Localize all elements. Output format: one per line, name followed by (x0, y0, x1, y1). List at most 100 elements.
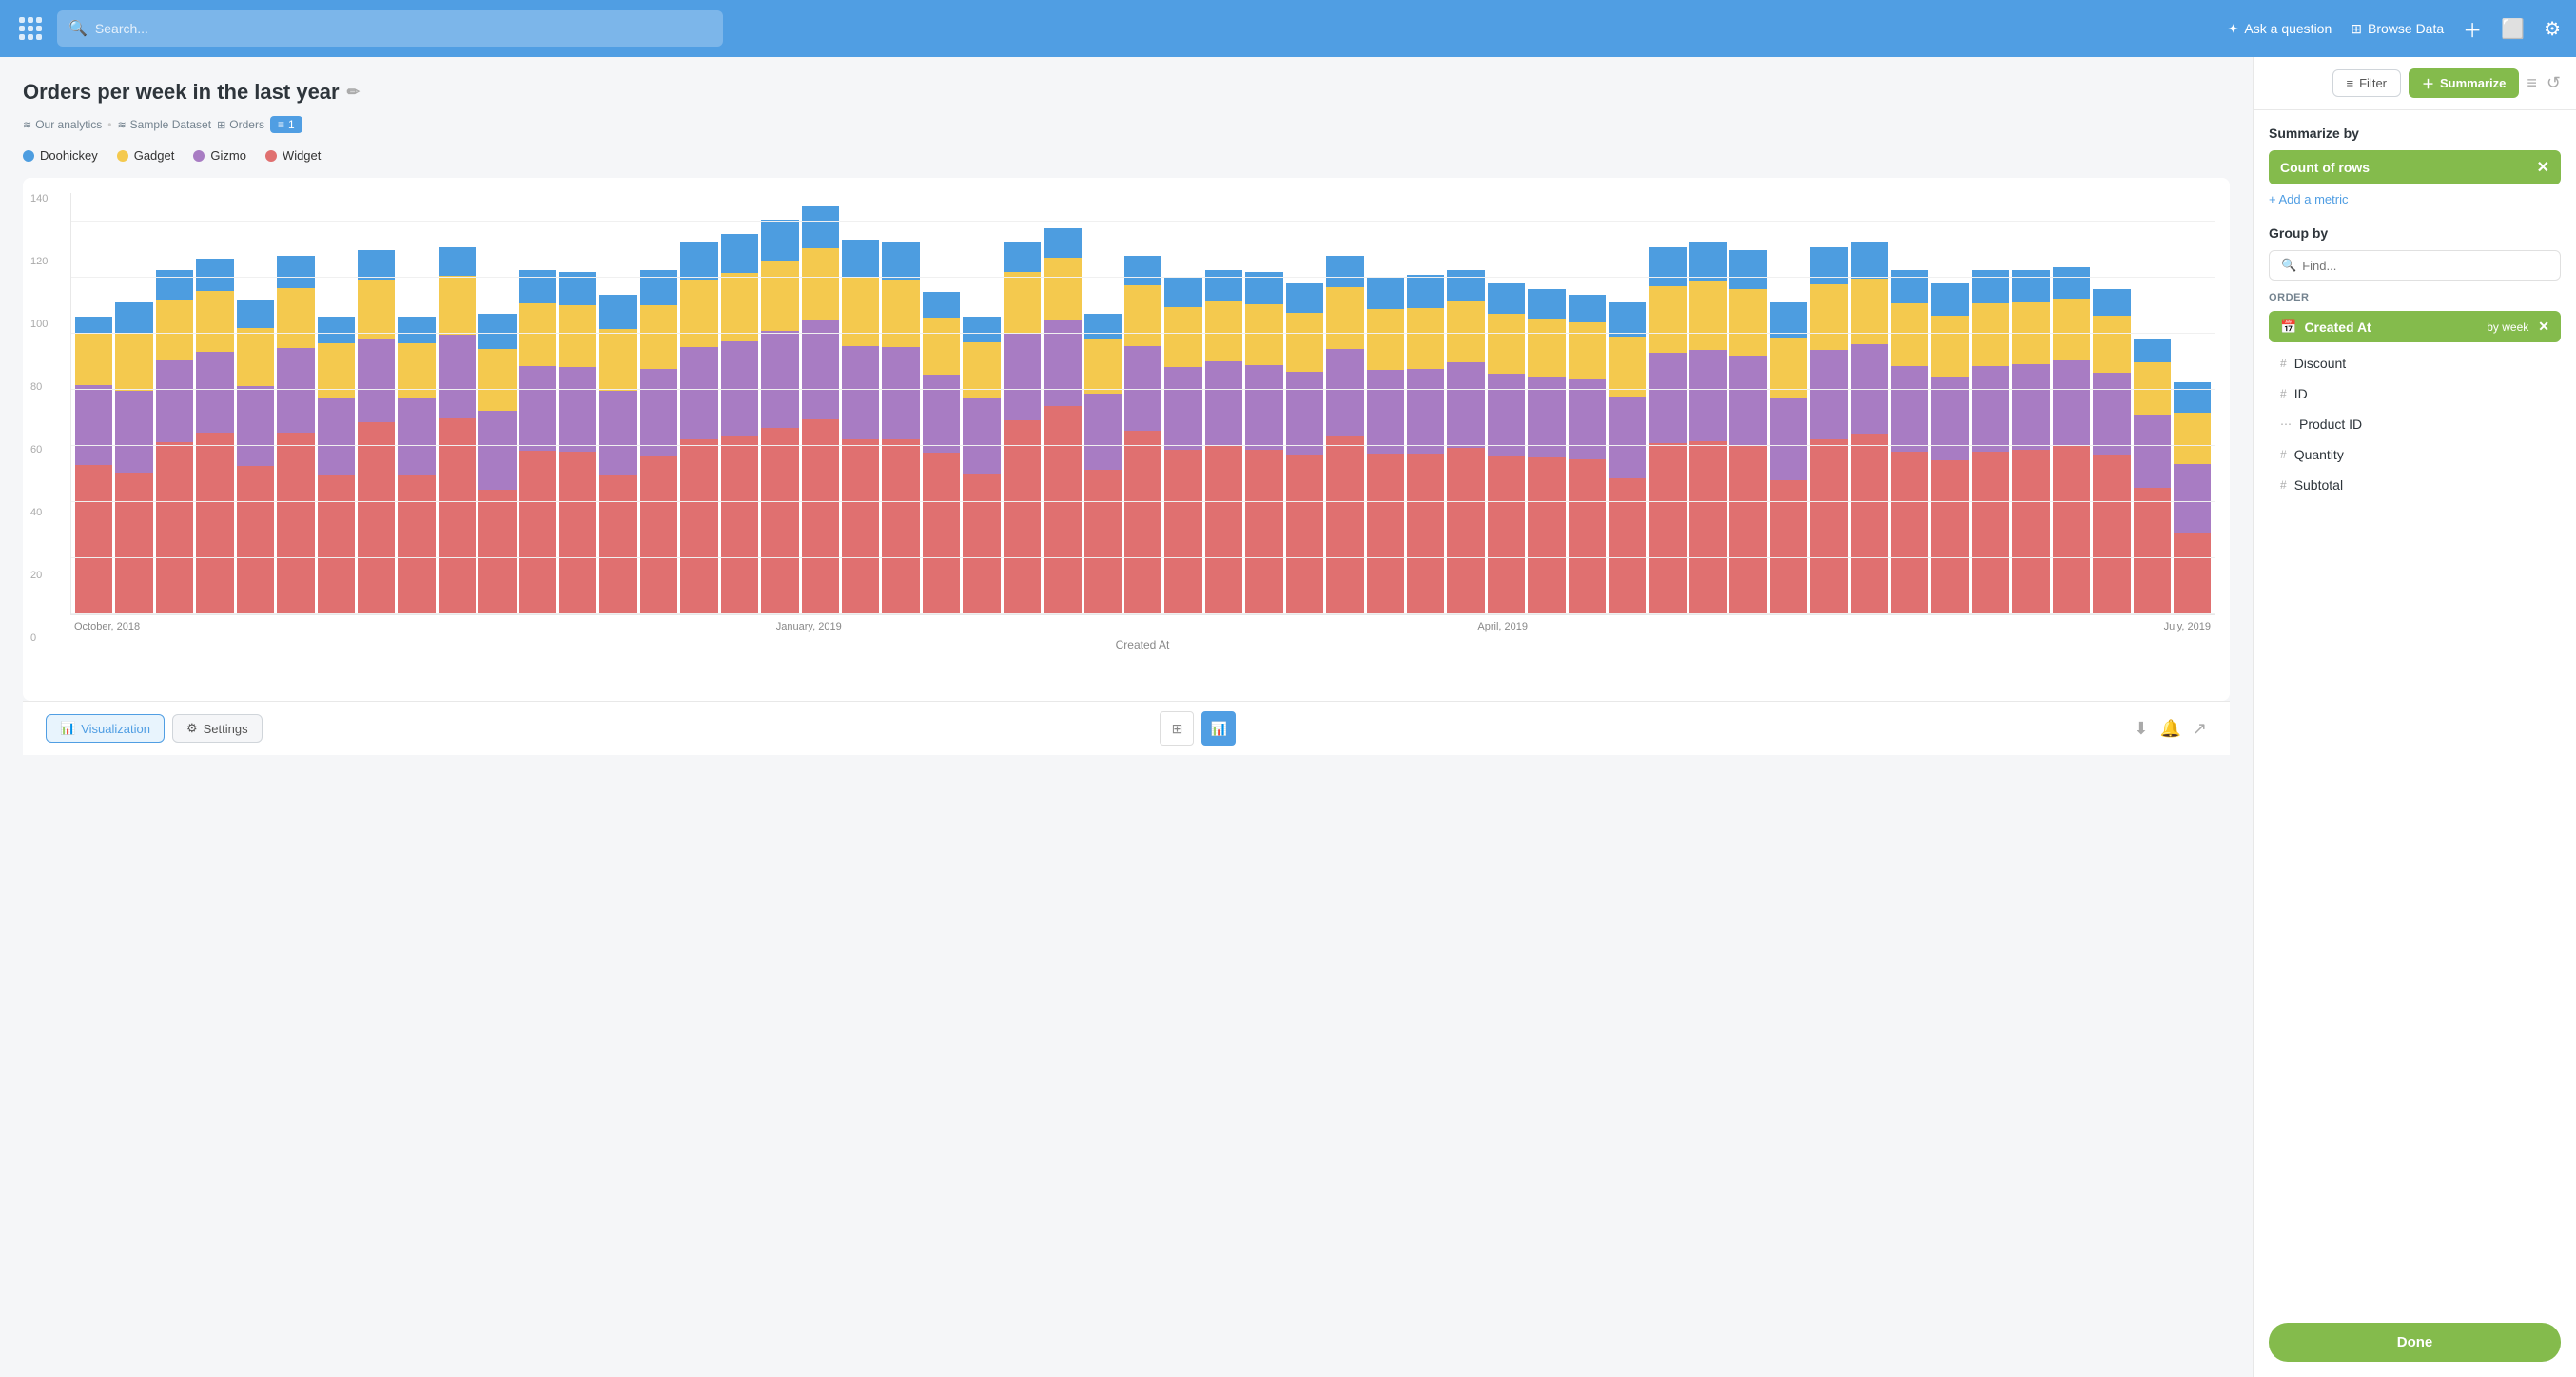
table-view-button[interactable]: ⊞ (1160, 711, 1194, 746)
bar-group[interactable] (1689, 201, 1727, 614)
remove-group-icon[interactable]: ✕ (2538, 319, 2549, 335)
bar-segment-purple (882, 347, 919, 439)
bar-segment-blue (1609, 302, 1646, 336)
bar-group[interactable] (2012, 201, 2049, 614)
ask-question-button[interactable]: ✦ Ask a question (2228, 21, 2332, 37)
bar-group[interactable] (1770, 201, 1807, 614)
find-input[interactable] (2302, 259, 2548, 273)
bar-group[interactable] (1205, 201, 1242, 614)
bar-group[interactable] (398, 201, 435, 614)
settings-icon[interactable]: ⚙ (2544, 17, 2561, 41)
bar-group[interactable] (842, 201, 879, 614)
search-bar[interactable]: 🔍 (57, 10, 723, 47)
summarize-button[interactable]: ＋ Summarize (2409, 68, 2519, 98)
breadcrumb-analytics[interactable]: ≋ Our analytics (23, 118, 102, 131)
bar-group[interactable] (1569, 201, 1606, 614)
bar-group[interactable] (1407, 201, 1444, 614)
bar-group[interactable] (1164, 201, 1201, 614)
bar-group[interactable] (640, 201, 677, 614)
bar-group[interactable] (761, 201, 798, 614)
bar-group[interactable] (2093, 201, 2130, 614)
breadcrumb-dataset[interactable]: ≋ Sample Dataset (117, 118, 211, 131)
y-axis-tick: 40 (30, 507, 48, 518)
bar-group[interactable] (882, 201, 919, 614)
bar-group[interactable] (963, 201, 1000, 614)
bar-group[interactable] (439, 201, 476, 614)
bar-group[interactable] (1004, 201, 1041, 614)
download-icon[interactable]: ⬇ (2134, 719, 2148, 739)
app-logo[interactable] (15, 13, 46, 44)
bar-chart-icon: 📊 (60, 721, 75, 736)
bar-group[interactable] (802, 201, 839, 614)
bar-group[interactable] (156, 201, 193, 614)
bar-segment-red (1689, 441, 1727, 614)
remove-metric-button[interactable]: ✕ (2537, 158, 2549, 177)
bar-group[interactable] (75, 201, 112, 614)
find-field[interactable]: 🔍 (2269, 250, 2561, 281)
alert-icon[interactable]: 🔔 (2159, 719, 2180, 739)
settings-button[interactable]: ⚙ Settings (172, 714, 263, 743)
group-item-product-id[interactable]: ⋯ Product ID (2269, 409, 2561, 439)
bar-group[interactable] (2134, 201, 2171, 614)
bar-group[interactable] (318, 201, 355, 614)
list-icon[interactable]: ≡ (2527, 73, 2537, 93)
chart-view-button[interactable]: 📊 (1201, 711, 1236, 746)
bar-group[interactable] (478, 201, 516, 614)
refresh-icon[interactable]: ↺ (2547, 73, 2561, 93)
filter-badge[interactable]: ≡ 1 (270, 116, 302, 133)
group-item-discount[interactable]: # Discount (2269, 348, 2561, 378)
group-item-subtotal[interactable]: # Subtotal (2269, 470, 2561, 500)
bar-group[interactable] (1851, 201, 1888, 614)
bar-group[interactable] (1810, 201, 1847, 614)
breadcrumb-table[interactable]: ⊞ Orders (217, 118, 264, 131)
bar-group[interactable] (1044, 201, 1081, 614)
y-axis-tick: 0 (30, 632, 48, 644)
edit-title-icon[interactable]: ✏ (347, 83, 360, 102)
bar-group[interactable] (599, 201, 636, 614)
done-button[interactable]: Done (2269, 1323, 2561, 1362)
bar-group[interactable] (1367, 201, 1404, 614)
bar-group[interactable] (358, 201, 395, 614)
bar-group[interactable] (519, 201, 556, 614)
filter-button[interactable]: ≡ Filter (2332, 69, 2401, 97)
created-at-group-item[interactable]: 📅 Created At by week ✕ (2269, 311, 2561, 342)
bar-group[interactable] (1286, 201, 1323, 614)
bar-group[interactable] (115, 201, 152, 614)
bar-group[interactable] (1245, 201, 1282, 614)
browse-data-button[interactable]: ⊞ Browse Data (2351, 21, 2444, 37)
bar-group[interactable] (1729, 201, 1766, 614)
bar-group[interactable] (1931, 201, 1968, 614)
share-icon[interactable]: ↗ (2193, 719, 2207, 739)
add-metric-button[interactable]: + Add a metric (2269, 192, 2561, 206)
bar-stack (2093, 289, 2130, 614)
bar-group[interactable] (721, 201, 758, 614)
group-item-id[interactable]: # ID (2269, 378, 2561, 409)
legend-item-gadget: Gadget (117, 148, 175, 163)
bookmark-icon[interactable]: ⬜ (2501, 17, 2525, 41)
bar-group[interactable] (1891, 201, 1928, 614)
bar-group[interactable] (1488, 201, 1525, 614)
bar-group[interactable] (559, 201, 596, 614)
bar-group[interactable] (2174, 201, 2211, 614)
bar-group[interactable] (1609, 201, 1646, 614)
search-input[interactable] (95, 21, 712, 36)
bar-group[interactable] (196, 201, 233, 614)
bar-group[interactable] (2053, 201, 2090, 614)
visualization-button[interactable]: 📊 Visualization (46, 714, 165, 743)
bar-group[interactable] (923, 201, 960, 614)
bar-group[interactable] (1326, 201, 1363, 614)
bar-group[interactable] (1124, 201, 1161, 614)
count-of-rows-badge[interactable]: Count of rows ✕ (2269, 150, 2561, 184)
add-icon[interactable]: ＋ (2463, 15, 2482, 43)
group-item-quantity[interactable]: # Quantity (2269, 439, 2561, 470)
bar-group[interactable] (277, 201, 314, 614)
bar-segment-yellow (1891, 303, 1928, 366)
bar-group[interactable] (680, 201, 717, 614)
bar-group[interactable] (1084, 201, 1122, 614)
bar-group[interactable] (237, 201, 274, 614)
bar-group[interactable] (1447, 201, 1484, 614)
bar-group[interactable] (1649, 201, 1686, 614)
bar-group[interactable] (1972, 201, 2009, 614)
bar-stack (1569, 295, 1606, 614)
bar-group[interactable] (1528, 201, 1565, 614)
